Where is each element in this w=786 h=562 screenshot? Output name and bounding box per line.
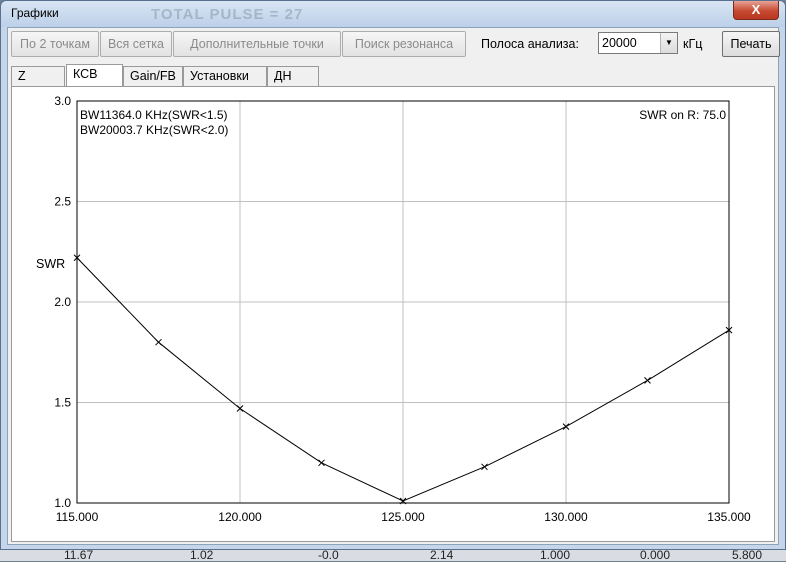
x-tick-label: 120.000 — [218, 510, 262, 524]
background-value: -0.0 — [318, 548, 339, 562]
y-axis-label: SWR — [36, 257, 65, 271]
tab-settings[interactable]: Установки — [183, 66, 267, 86]
data-point-marker — [155, 338, 162, 346]
chevron-down-icon[interactable]: ▼ — [660, 33, 677, 53]
y-tick-label: 2.5 — [54, 195, 71, 209]
two-points-button[interactable]: По 2 точкам — [11, 31, 99, 57]
tab-pattern[interactable]: ДН — [267, 66, 319, 86]
extra-points-button[interactable]: Дополнительные точки — [173, 31, 341, 57]
band-select[interactable]: 20000 ▼ — [598, 32, 678, 54]
x-tick-label: 125.000 — [381, 510, 425, 524]
x-tick-label: 115.000 — [56, 510, 99, 524]
find-resonance-button[interactable]: Поиск резонанса — [342, 31, 466, 57]
background-value: 2.14 — [430, 548, 454, 562]
graphs-window: Графики TOTAL PULSE = 27 X По 2 точкам В… — [0, 0, 786, 550]
y-tick-label: 1.5 — [54, 396, 71, 410]
swr-plot-panel: 115.000 120.000 125.000 130.000 135.000 1.0 1.… — [11, 86, 775, 542]
y-tick-label: 3.0 — [54, 94, 71, 108]
close-icon: X — [751, 2, 761, 17]
background-value: 1.02 — [190, 548, 214, 562]
background-value: 0.000 — [640, 548, 671, 562]
tab-gain-fb[interactable]: Gain/FB — [123, 66, 183, 86]
tab-z[interactable]: Z — [11, 66, 65, 86]
background-value: 5.800 — [732, 548, 763, 562]
band-unit: кГц — [683, 37, 703, 51]
background-value: 1.000 — [540, 548, 571, 562]
x-tick-label: 135.000 — [707, 510, 751, 524]
data-point-marker — [318, 459, 325, 467]
data-point-marker — [481, 463, 488, 471]
close-button[interactable]: X — [733, 1, 779, 20]
data-point-marker — [644, 377, 651, 384]
swr-chart: 115.000 120.000 125.000 130.000 135.000 1.0 1.… — [36, 94, 751, 524]
reference-impedance-label: SWR on R: 75.0 — [639, 108, 726, 122]
band-label: Полоса анализа: — [481, 37, 579, 51]
bandwidth-annotation: BW11364.0 KHz(SWR<1.5) — [80, 108, 228, 122]
all-grid-button[interactable]: Вся сетка — [100, 31, 172, 57]
x-tick-label: 130.000 — [544, 510, 588, 524]
client-area: По 2 точкам Вся сетка Дополнительные точ… — [7, 27, 780, 545]
window-title: Графики — [11, 6, 59, 20]
title-bar[interactable]: Графики TOTAL PULSE = 27 X — [1, 1, 785, 27]
background-value: 11.67 — [64, 548, 94, 562]
band-value: 20000 — [602, 36, 637, 50]
background-window-title: TOTAL PULSE = 27 — [151, 6, 304, 23]
print-button[interactable]: Печать — [722, 31, 780, 57]
tab-swr[interactable]: КСВ — [66, 64, 123, 86]
y-tick-label: 1.0 — [54, 496, 71, 510]
y-tick-label: 2.0 — [54, 295, 71, 309]
bandwidth-annotation: BW20003.7 KHz(SWR<2.0) — [80, 123, 228, 137]
